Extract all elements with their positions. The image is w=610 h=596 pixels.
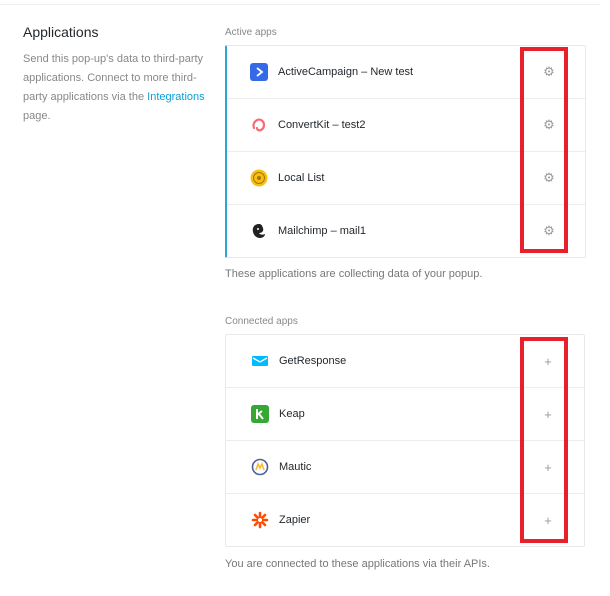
zapier-icon [250, 510, 270, 530]
app-name: Zapier [279, 514, 311, 526]
mautic-icon [250, 457, 270, 477]
convertkit-icon [249, 115, 269, 135]
app-name: ActiveCampaign – New test [278, 66, 414, 78]
section-description: Send this pop-up's data to third-party a… [23, 50, 208, 126]
section-title: Applications [23, 24, 99, 40]
connected-apps-label: Connected apps [225, 316, 298, 327]
app-name: Mailchimp – mail1 [278, 225, 367, 237]
local-list-icon [249, 168, 269, 188]
app-name: GetResponse [279, 355, 347, 367]
top-divider [0, 4, 600, 5]
integrations-link[interactable]: Integrations [147, 91, 204, 103]
keap-icon [250, 404, 270, 424]
mailchimp-icon [249, 221, 269, 241]
description-suffix: page. [23, 110, 51, 122]
getresponse-icon [250, 351, 270, 371]
highlight-box-active-actions [520, 47, 568, 253]
active-apps-label: Active apps [225, 27, 277, 38]
app-name: Mautic [279, 461, 312, 473]
connected-apps-help: You are connected to these applications … [225, 558, 490, 570]
app-name: ConvertKit – test2 [278, 119, 366, 131]
activecampaign-icon [249, 62, 269, 82]
active-apps-help: These applications are collecting data o… [225, 268, 483, 280]
highlight-box-connected-actions [520, 337, 568, 543]
applications-info: Applications Send this pop-up's data to … [23, 24, 208, 126]
app-name: Keap [279, 408, 305, 420]
app-name: Local List [278, 172, 325, 184]
